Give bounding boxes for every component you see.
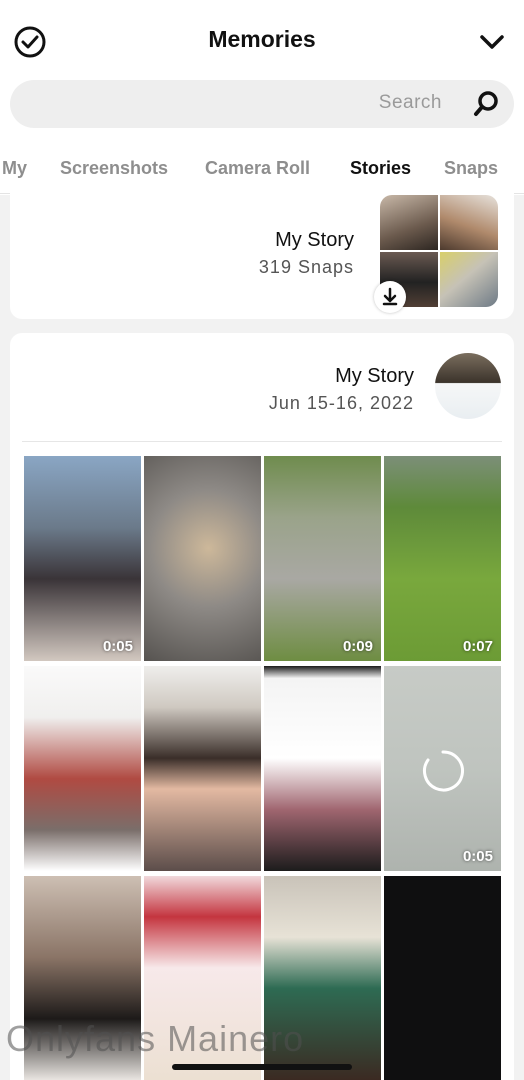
snap-tile[interactable] xyxy=(384,876,501,1080)
snap-tile[interactable] xyxy=(24,666,141,871)
snap-count: 319 Snaps xyxy=(258,257,354,277)
story-summary-card[interactable]: My Story 319 Snaps xyxy=(10,185,514,319)
snap-tile[interactable] xyxy=(144,456,261,661)
snap-tile[interactable] xyxy=(264,666,381,871)
tab-snaps[interactable]: Snaps xyxy=(444,158,498,179)
story-group-name: My Story xyxy=(335,365,414,387)
chevron-down-icon[interactable] xyxy=(472,22,512,62)
home-indicator xyxy=(172,1064,352,1070)
search-placeholder: Search xyxy=(378,92,442,113)
tab-my[interactable]: My xyxy=(2,158,27,179)
story-name: My Story xyxy=(275,229,354,251)
search-input[interactable]: Search xyxy=(10,80,514,128)
story-thumbnail xyxy=(440,195,498,250)
search-icon xyxy=(472,90,500,118)
snap-tile[interactable]: 0:05 xyxy=(384,666,501,871)
snap-duration: 0:07 xyxy=(462,638,493,655)
story-thumbnail xyxy=(380,195,438,250)
snap-tile[interactable]: 0:07 xyxy=(384,456,501,661)
story-group-date: Jun 15-16, 2022 xyxy=(268,393,414,413)
loading-spinner-icon xyxy=(423,750,464,792)
story-thumbnail xyxy=(440,252,498,307)
avatar[interactable] xyxy=(435,353,501,419)
download-icon[interactable] xyxy=(374,281,406,313)
watermark: Onlyfans Mainero xyxy=(6,1018,305,1059)
tab-screenshots[interactable]: Screenshots xyxy=(60,158,168,179)
divider xyxy=(22,441,502,442)
snap-tile[interactable]: 0:09 xyxy=(264,456,381,661)
snap-tile[interactable]: 0:05 xyxy=(24,456,141,661)
snap-duration: 0:05 xyxy=(462,848,493,865)
snap-duration: 0:09 xyxy=(342,638,373,655)
snap-duration: 0:05 xyxy=(102,638,133,655)
page-title: Memories xyxy=(208,26,316,52)
tab-stories[interactable]: Stories xyxy=(350,158,412,190)
tab-camera-roll[interactable]: Camera Roll xyxy=(205,158,310,179)
header: Memories xyxy=(0,0,524,78)
snap-tile[interactable] xyxy=(144,666,261,871)
